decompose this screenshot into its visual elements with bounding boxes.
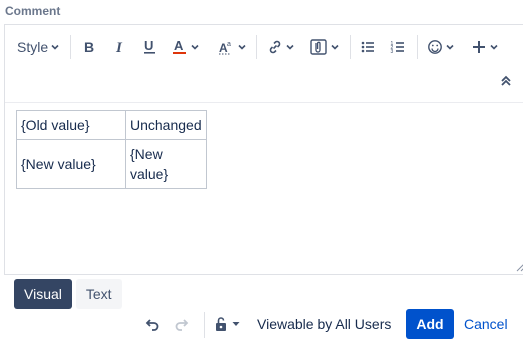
svg-text:U: U: [144, 39, 153, 53]
numbered-list-icon: 123: [391, 41, 404, 55]
footer-divider: [204, 312, 205, 338]
collapse-toolbar-icon[interactable]: [498, 73, 514, 89]
table-cell[interactable]: {New value}: [16, 139, 126, 189]
underline-icon: U: [144, 39, 155, 54]
bold-icon: B: [84, 40, 94, 54]
table-cell[interactable]: {New value}: [125, 139, 207, 189]
chevron-down-icon: [446, 44, 454, 50]
table-row: {Old value} Unchanged: [16, 110, 207, 140]
editor-content[interactable]: {Old value} Unchanged {New value} {New v…: [16, 110, 207, 189]
emoji-icon: [428, 40, 442, 54]
text-color-dropdown[interactable]: A: [172, 35, 199, 59]
restriction-text: Viewable by All Users: [257, 316, 392, 332]
redo-button[interactable]: [174, 317, 190, 333]
caret-down-icon: [232, 322, 240, 326]
tab-text[interactable]: Text: [75, 279, 122, 309]
chevron-down-icon: [490, 44, 498, 50]
chevron-down-icon: [331, 44, 339, 50]
add-button[interactable]: Add: [406, 309, 454, 339]
italic-icon: I: [115, 40, 123, 54]
bullet-list-button[interactable]: [360, 35, 376, 59]
chevron-down-icon: [51, 44, 59, 50]
undo-icon: [145, 319, 159, 331]
cancel-button[interactable]: Cancel: [458, 309, 514, 339]
table-row: {New value} {New value}: [16, 139, 207, 189]
underline-button[interactable]: U: [142, 35, 158, 59]
unlock-icon: [216, 317, 226, 331]
svg-text:A: A: [174, 39, 184, 53]
restriction-dropdown[interactable]: [215, 316, 240, 332]
bold-button[interactable]: B: [82, 35, 96, 59]
link-dropdown[interactable]: [267, 35, 294, 59]
insert-more-dropdown[interactable]: [471, 35, 498, 59]
svg-text:a: a: [227, 41, 231, 48]
editor-toolbar: Style B I U A Aa 1 2 3: [5, 25, 523, 103]
redo-icon: [175, 319, 189, 331]
style-dropdown[interactable]: Style: [17, 35, 59, 59]
numbered-list-button[interactable]: 123: [390, 35, 406, 59]
tab-visual[interactable]: Visual: [14, 279, 72, 309]
attachment-icon: [310, 39, 327, 55]
resize-handle-icon[interactable]: [515, 262, 523, 272]
chevron-down-icon: [238, 44, 246, 50]
editor-mode-tabs: Visual Text: [14, 279, 122, 309]
text-effects-icon: Aa: [219, 41, 231, 55]
italic-button[interactable]: I: [113, 35, 127, 59]
svg-text:I: I: [115, 40, 123, 54]
text-color-icon: A: [173, 39, 186, 54]
link-icon: [269, 40, 281, 54]
plus-icon: [473, 41, 485, 53]
rich-text-editor[interactable]: Style B I U A Aa 1 2 3 {Old value} Uncha…: [4, 24, 523, 275]
bullet-list-icon: [361, 41, 374, 53]
style-label: Style: [17, 39, 49, 55]
chevron-down-icon: [191, 44, 199, 50]
content-table[interactable]: {Old value} Unchanged {New value} {New v…: [16, 110, 207, 189]
comment-label: Comment: [5, 4, 61, 18]
text-effects-dropdown[interactable]: Aa: [217, 35, 246, 59]
svg-text:B: B: [84, 40, 94, 54]
table-cell[interactable]: Unchanged: [125, 110, 207, 140]
svg-text:3: 3: [391, 49, 394, 55]
undo-button[interactable]: [144, 317, 160, 333]
emoji-dropdown[interactable]: [427, 35, 454, 59]
attachment-dropdown[interactable]: [310, 35, 339, 59]
chevron-down-icon: [286, 44, 294, 50]
table-cell[interactable]: {Old value}: [16, 110, 126, 140]
